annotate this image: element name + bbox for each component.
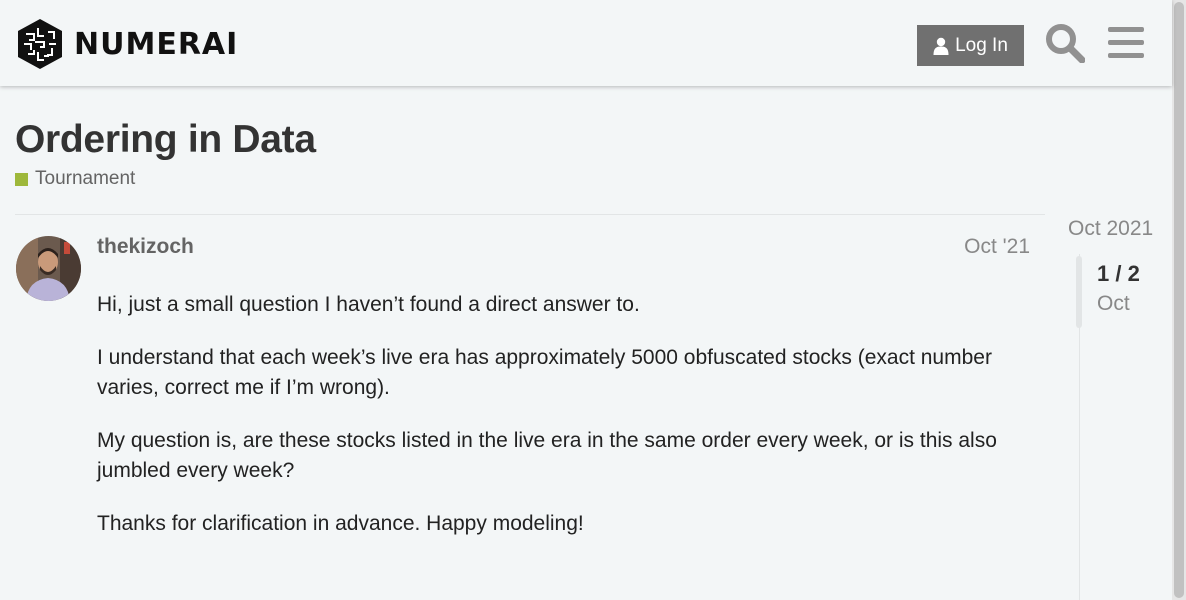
numerai-logo-icon [18, 19, 62, 69]
login-label: Log In [955, 34, 1008, 56]
post-paragraph: My question is, are these stocks listed … [97, 429, 997, 482]
post-author[interactable]: thekizoch [97, 235, 194, 259]
timeline-position: 1 / 2 [1097, 261, 1140, 286]
scrollbar-thumb[interactable] [1174, 2, 1184, 598]
category-badge[interactable]: Tournament [15, 168, 135, 190]
post-body: Hi, just a small question I haven’t foun… [97, 290, 1037, 562]
timeline-current-date: Oct [1097, 292, 1130, 315]
site-header: NUMERAI Log In [0, 0, 1172, 86]
category-color-swatch [15, 172, 28, 186]
user-avatar-image [16, 236, 81, 301]
page-scrollbar[interactable] [1172, 0, 1186, 600]
user-icon [933, 37, 949, 55]
search-icon[interactable] [1045, 23, 1085, 63]
login-button[interactable]: Log In [917, 25, 1024, 66]
post-paragraph: Hi, just a small question I haven’t foun… [97, 293, 640, 316]
hamburger-menu-icon[interactable] [1108, 26, 1144, 60]
post-date[interactable]: Oct '21 [964, 235, 1030, 259]
brand-name: NUMERAI [74, 26, 239, 62]
post-paragraph: Thanks for clarification in advance. Hap… [97, 512, 584, 535]
avatar[interactable] [16, 236, 81, 301]
post-paragraph: I understand that each week’s live era h… [97, 346, 992, 399]
site-logo[interactable]: NUMERAI [16, 18, 238, 70]
topic-title[interactable]: Ordering in Data [15, 118, 316, 162]
timeline-start-date[interactable]: Oct 2021 [1068, 217, 1153, 241]
category-label: Tournament [35, 168, 136, 189]
timeline-scroll-handle[interactable] [1076, 256, 1082, 328]
topic-divider [15, 214, 1045, 215]
